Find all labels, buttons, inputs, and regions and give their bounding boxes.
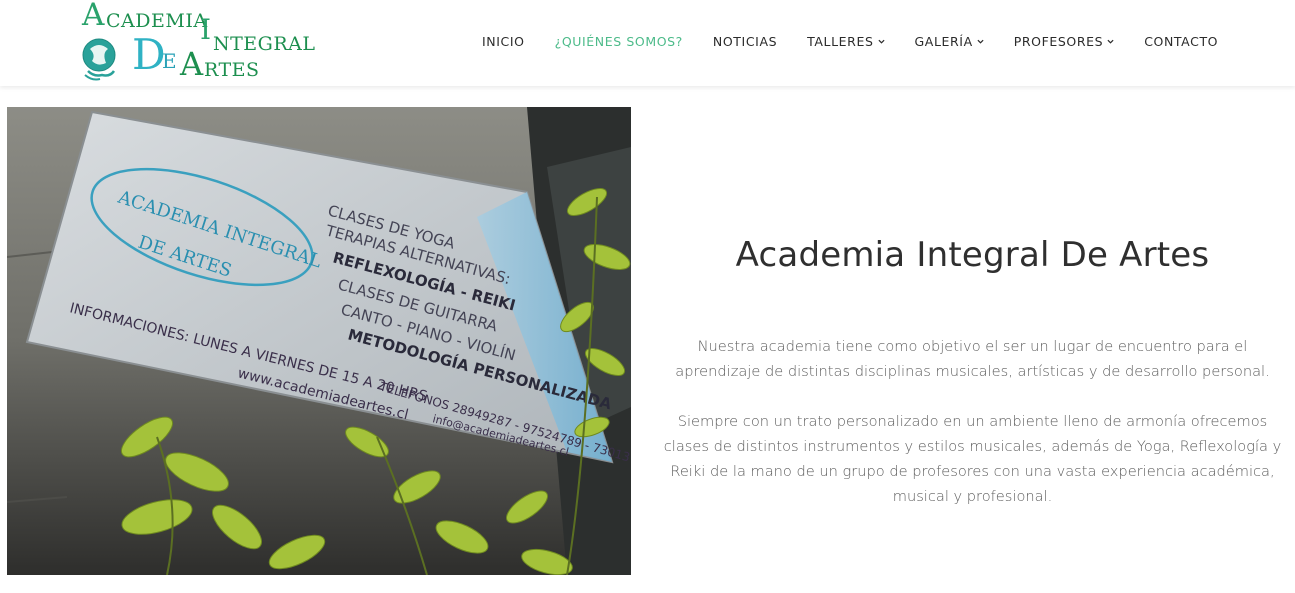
- about-section: Academia Integral De Artes Nuestra acade…: [660, 230, 1285, 505]
- logo-letter: I: [200, 13, 212, 46]
- nav-item-inicio[interactable]: INICIO: [482, 34, 525, 49]
- nav-item-talleres[interactable]: TALLERES: [807, 33, 885, 49]
- about-paragraph-2: Siempre con un trato personalizado en un…: [663, 413, 1282, 505]
- site-header: A CADEMIA I NTEGRAL D E A RTES INICIO ¿Q…: [0, 0, 1295, 86]
- music-emblem-icon: [82, 38, 116, 81]
- logo-letter: A: [180, 45, 204, 83]
- nav-label: CONTACTO: [1144, 33, 1219, 49]
- nav-label: INICIO: [482, 33, 525, 49]
- nav-item-noticias[interactable]: NOTICIAS: [713, 34, 777, 49]
- nav-label: TALLERES: [807, 33, 874, 49]
- academy-sign-photo: ACADEMIA INTEGRAL DE ARTES CLASES DE YOG…: [7, 107, 631, 575]
- logo-word: RTES: [204, 59, 260, 81]
- logo-word: CADEMIA: [106, 10, 208, 32]
- chevron-down-icon: [977, 39, 984, 44]
- nav-label: NOTICIAS: [712, 33, 778, 49]
- chevron-down-icon: [877, 39, 885, 44]
- nav-label: GALERÍA: [914, 33, 973, 49]
- nav-item-profesores[interactable]: PROFESORES: [1014, 34, 1114, 49]
- sign-illustration: ACADEMIA INTEGRAL DE ARTES CLASES DE YOG…: [7, 107, 631, 575]
- nav-item-contacto[interactable]: CONTACTO: [1144, 34, 1218, 49]
- logo-word: E: [162, 49, 178, 73]
- chevron-down-icon: [1107, 39, 1114, 44]
- nav-label: ¿QUIÉNES SOMOS?: [554, 33, 683, 49]
- nav-item-galeria[interactable]: GALERÍA: [915, 34, 984, 49]
- site-logo[interactable]: A CADEMIA I NTEGRAL D E A RTES: [80, 0, 315, 84]
- logo-letter: A: [82, 0, 105, 33]
- nav-item-quienes-somos[interactable]: ¿QUIÉNES SOMOS?: [555, 34, 683, 49]
- about-paragraph-1: Nuestra academia tiene como objetivo el …: [675, 338, 1270, 380]
- page-title: Academia Integral De Artes: [735, 235, 1210, 275]
- main-navigation: INICIO ¿QUIÉNES SOMOS? NOTICIAS TALLERES…: [482, 0, 1248, 82]
- nav-label: PROFESORES: [1013, 33, 1104, 49]
- logo-word: NTEGRAL: [213, 33, 316, 55]
